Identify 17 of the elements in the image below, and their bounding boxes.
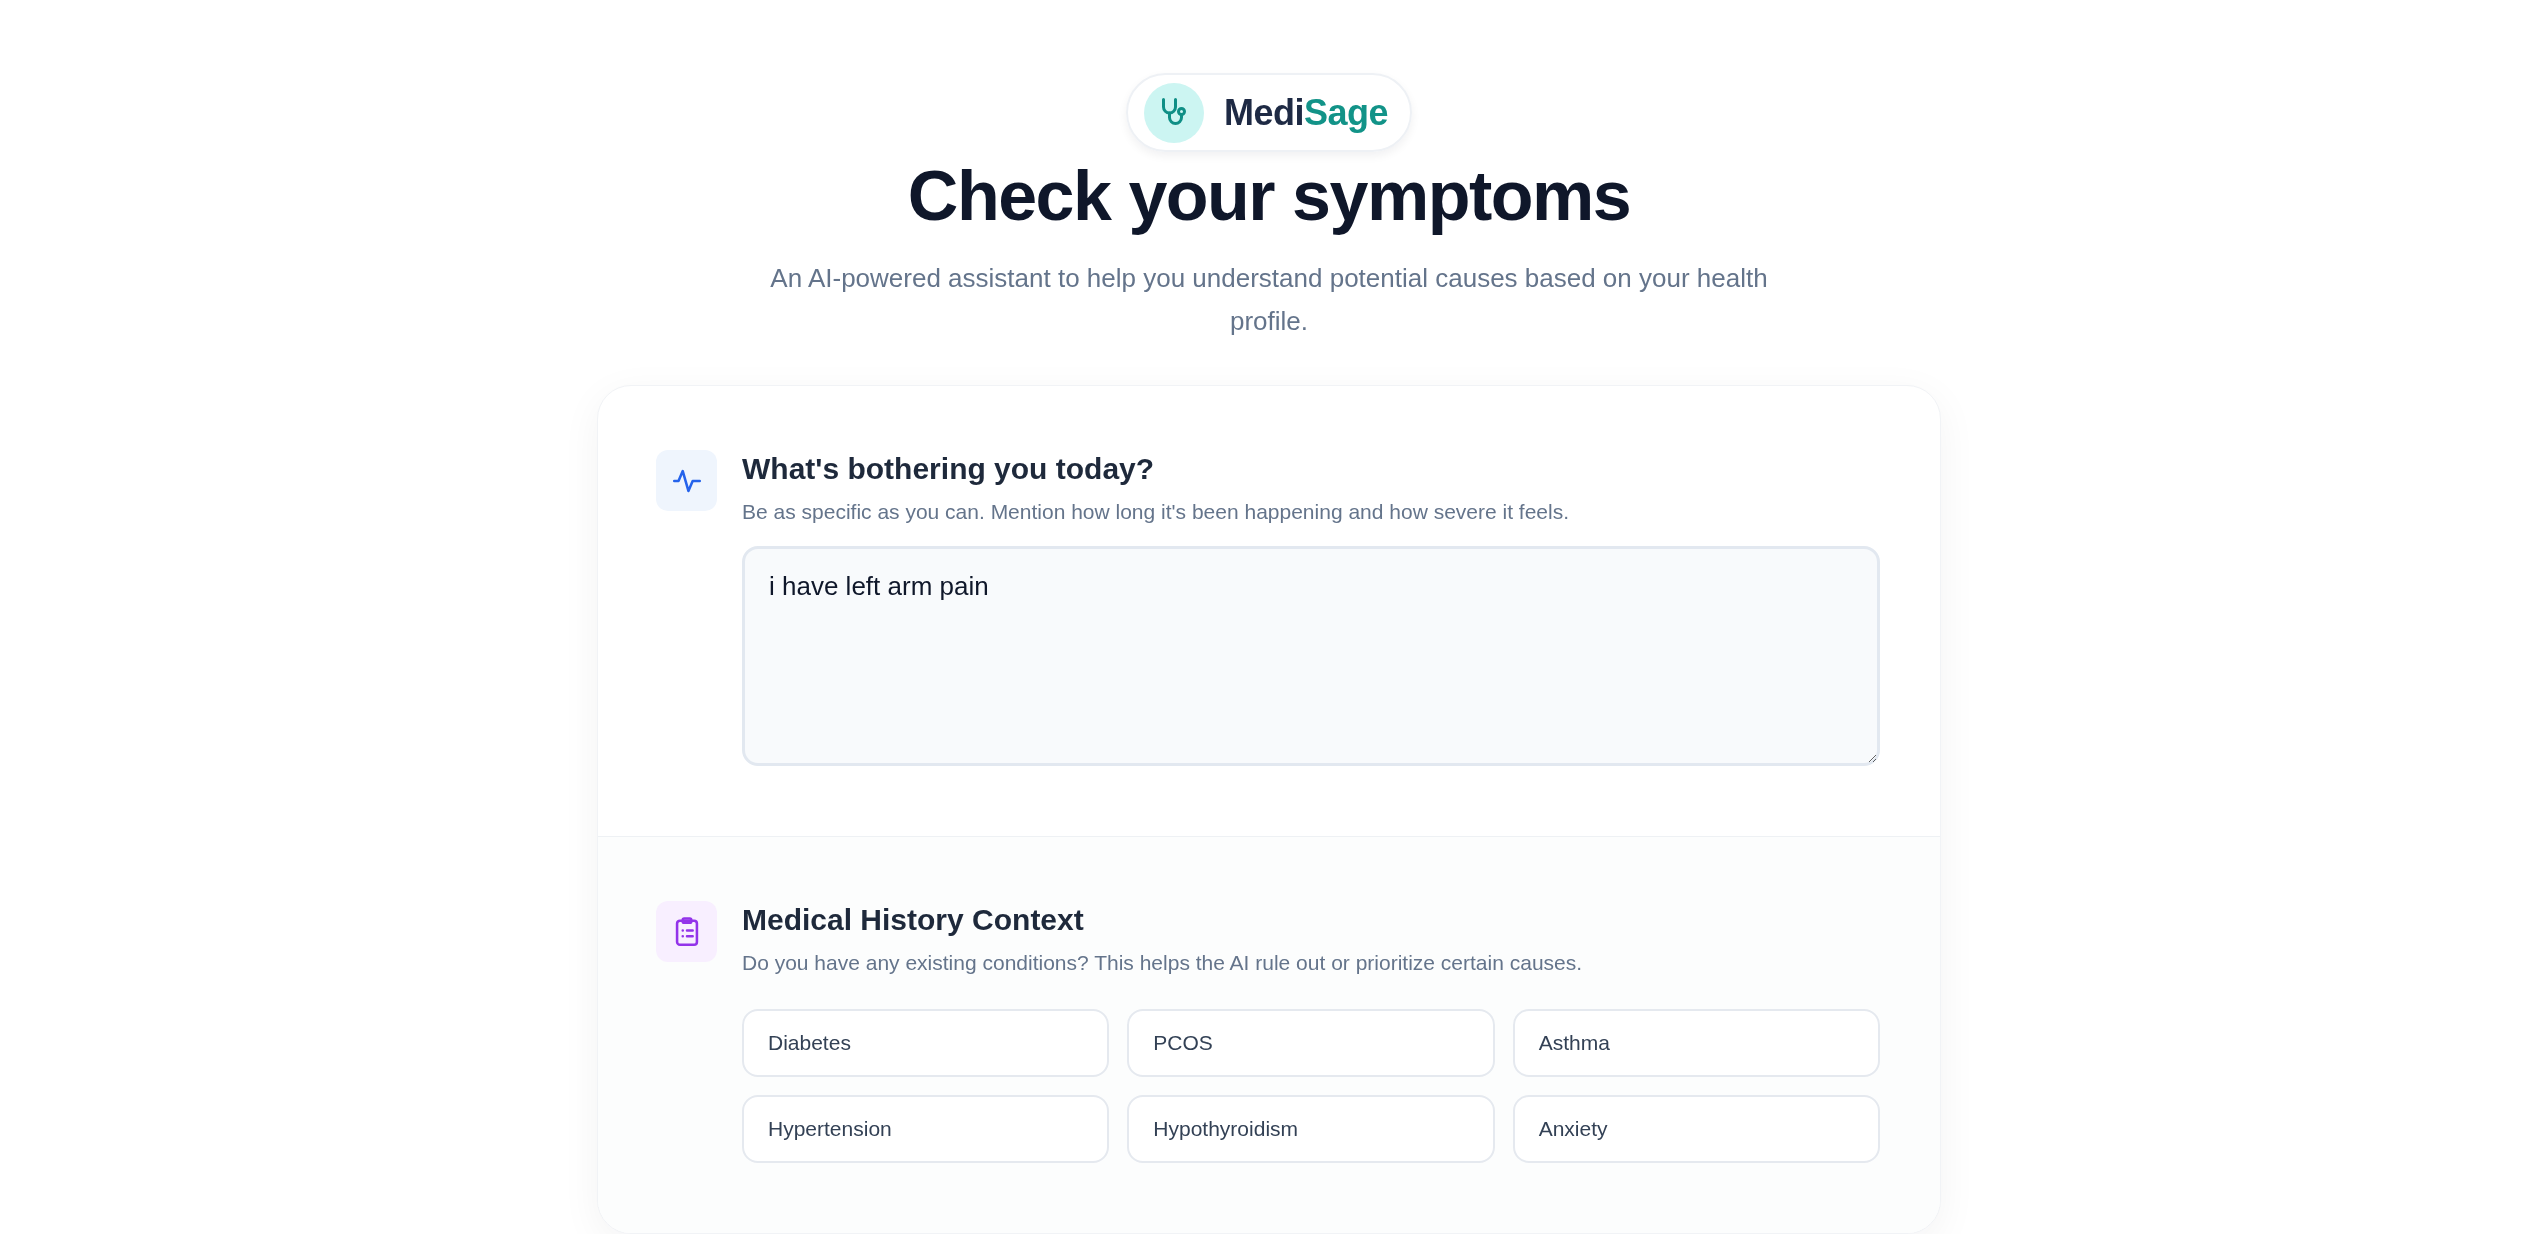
- condition-option[interactable]: Asthma: [1512, 1009, 1880, 1077]
- symptoms-input[interactable]: i have left arm pain: [742, 546, 1880, 766]
- condition-option[interactable]: Diabetes: [742, 1009, 1110, 1077]
- stethoscope-icon: [1143, 82, 1204, 143]
- clipboard-icon: [656, 901, 717, 962]
- section-heading: Medical History Context: [742, 903, 1085, 937]
- section-heading: What's bothering you today?: [742, 452, 1156, 486]
- section-description: Be as specific as you can. Mention how long it's been happening and how severe it feels.: [742, 500, 1571, 524]
- pulse-icon: [656, 450, 717, 511]
- condition-option[interactable]: Hypothyroidism: [1127, 1095, 1495, 1163]
- page-subtitle: An AI-powered assistant to help you understand potential causes based on your health profile.: [769, 262, 1769, 338]
- section-description: Do you have any existing conditions? This helps the AI rule out or prioritize certain causes.: [742, 951, 1584, 975]
- page-title: Check your symptoms: [907, 158, 1631, 235]
- condition-option[interactable]: Hypertension: [742, 1095, 1110, 1163]
- condition-option[interactable]: Anxiety: [1512, 1095, 1880, 1163]
- brand-name: MediSage: [1223, 91, 1389, 134]
- condition-option[interactable]: PCOS: [1127, 1009, 1495, 1077]
